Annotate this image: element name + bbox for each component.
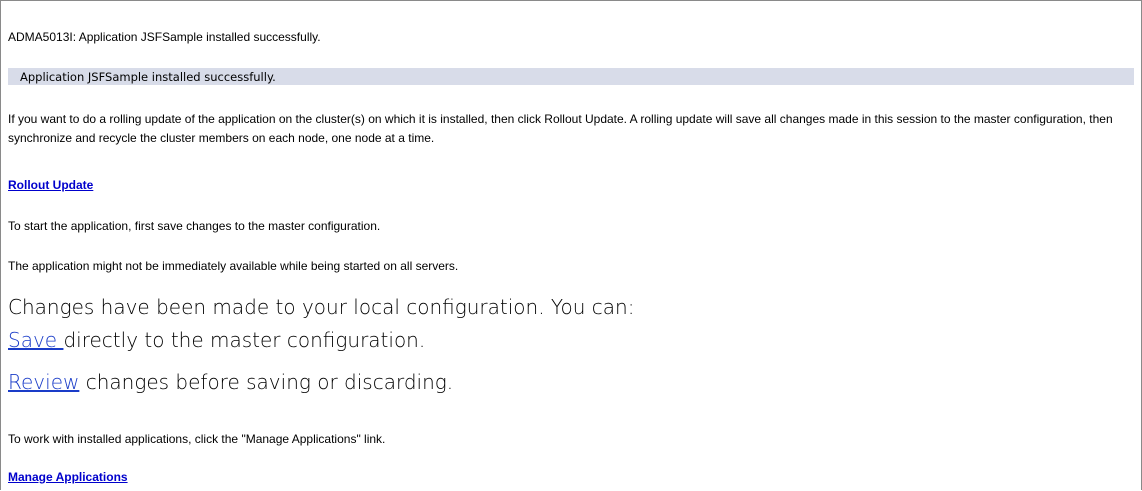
rolling-update-info: If you want to do a rolling update of th… bbox=[8, 112, 1113, 145]
start-application-info: To start the application, first save cha… bbox=[8, 219, 381, 233]
content-frame: ADMA5013I: Application JSFSample install… bbox=[0, 0, 1142, 490]
review-option: Review changes before saving or discardi… bbox=[8, 370, 453, 394]
availability-info: The application might not be immediately… bbox=[8, 259, 459, 273]
message-id-line: ADMA5013I: Application JSFSample install… bbox=[8, 30, 321, 44]
review-option-text: changes before saving or discarding. bbox=[79, 370, 454, 394]
success-banner-text: Application JSFSample installed successf… bbox=[20, 70, 276, 84]
save-option-text: directly to the master configuration. bbox=[63, 328, 426, 352]
save-option: Save directly to the master configuratio… bbox=[8, 328, 425, 352]
manage-applications-info: To work with installed applications, cli… bbox=[8, 432, 386, 446]
success-banner: Application JSFSample installed successf… bbox=[8, 68, 1134, 85]
manage-applications-link[interactable]: Manage Applications bbox=[8, 469, 128, 485]
rollout-update-link[interactable]: Rollout Update bbox=[8, 177, 93, 193]
review-link[interactable]: Review bbox=[8, 370, 79, 394]
save-link[interactable]: Save bbox=[8, 328, 63, 352]
changes-heading: Changes have been made to your local con… bbox=[8, 295, 635, 319]
